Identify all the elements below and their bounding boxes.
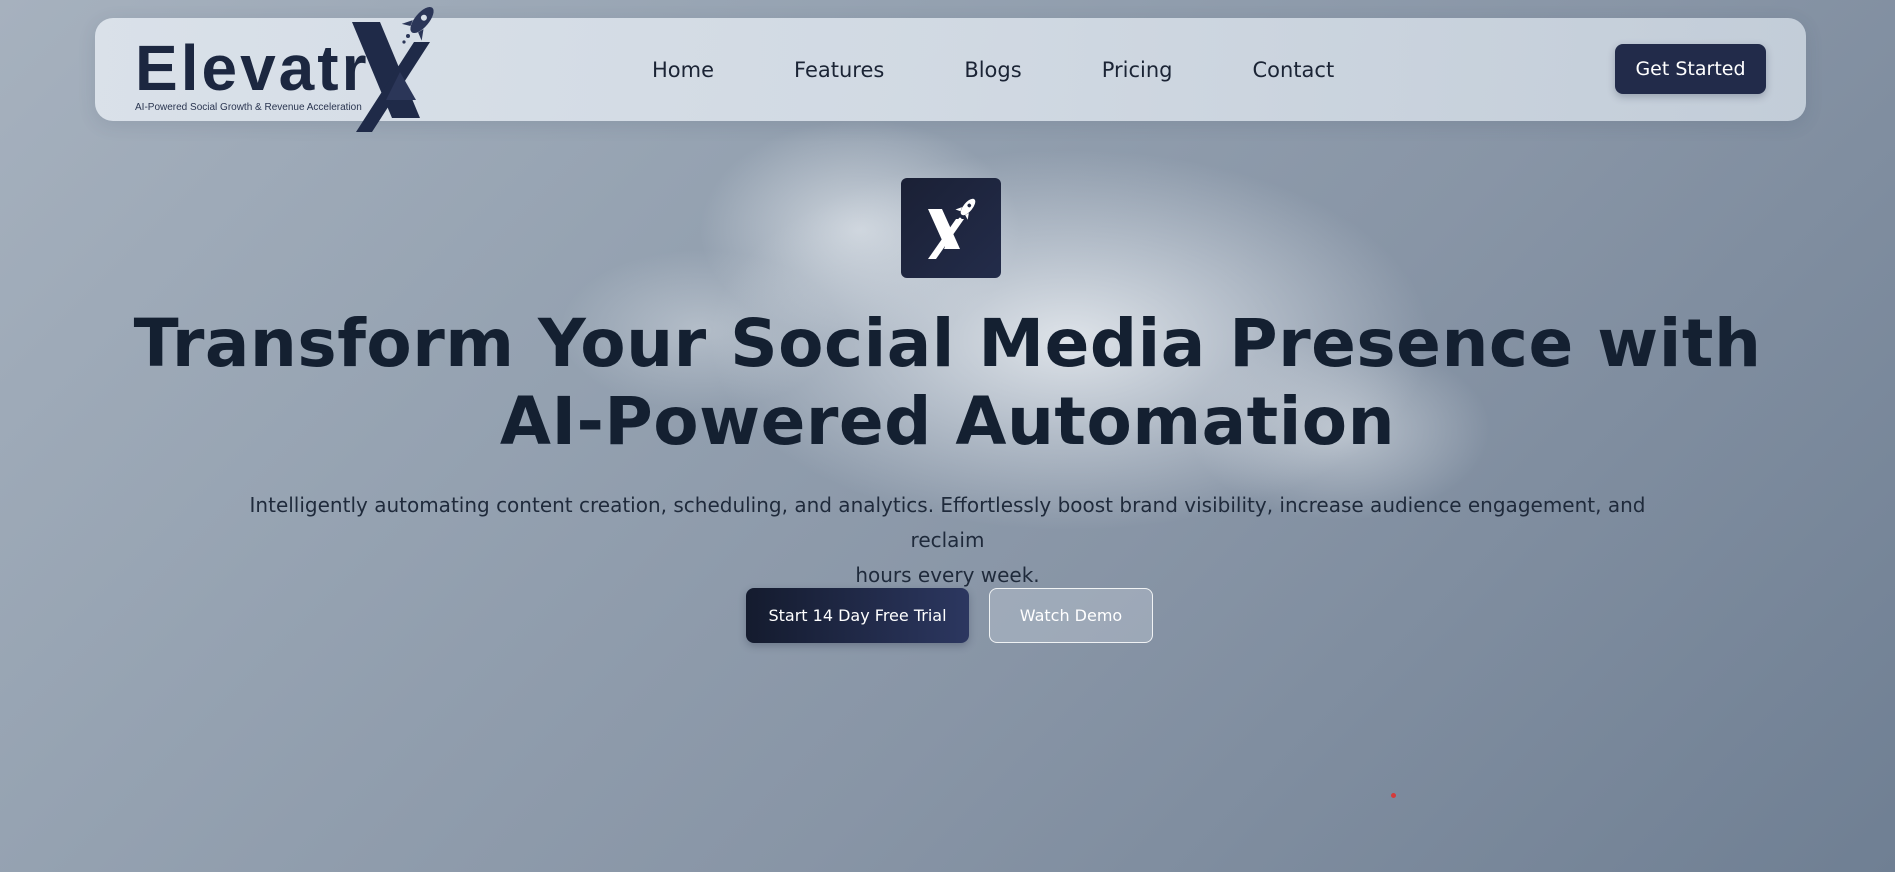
hero-subtitle: Intelligently automating content creatio…: [220, 488, 1675, 593]
nav-pricing-link[interactable]: Pricing: [1102, 58, 1173, 82]
hero-title: Transform Your Social Media Presence wit…: [0, 305, 1895, 461]
x-rocket-logo-icon: [928, 198, 976, 259]
x-rocket-logo-icon: [352, 6, 434, 132]
nav-contact-link[interactable]: Contact: [1252, 58, 1334, 82]
start-free-trial-button[interactable]: Start 14 Day Free Trial: [746, 588, 969, 643]
watch-demo-button[interactable]: Watch Demo: [989, 588, 1153, 643]
cursor-dot: [1391, 793, 1396, 798]
hero-actions: Start 14 Day Free Trial Watch Demo: [746, 588, 1153, 643]
hero-title-line-2: AI-Powered Automation: [499, 383, 1396, 460]
hero-logo-badge: [901, 178, 1001, 278]
brand-tagline: AI-Powered Social Growth & Revenue Accel…: [135, 102, 362, 113]
brand-name: Elevatr: [135, 32, 370, 104]
nav-features-link[interactable]: Features: [794, 58, 884, 82]
main-nav: Home Features Blogs Pricing Contact: [652, 18, 1414, 121]
nav-blogs-link[interactable]: Blogs: [964, 58, 1021, 82]
brand-logo[interactable]: Elevatr AI-Powered Social Growth & Reven…: [135, 6, 495, 148]
hero-title-line-1: Transform Your Social Media Presence wit…: [133, 305, 1762, 382]
get-started-button[interactable]: Get Started: [1615, 44, 1766, 94]
nav-home-link[interactable]: Home: [652, 58, 714, 82]
top-navbar: Elevatr AI-Powered Social Growth & Reven…: [95, 6, 1806, 132]
hero-subtitle-line-1: Intelligently automating content creatio…: [249, 493, 1646, 552]
